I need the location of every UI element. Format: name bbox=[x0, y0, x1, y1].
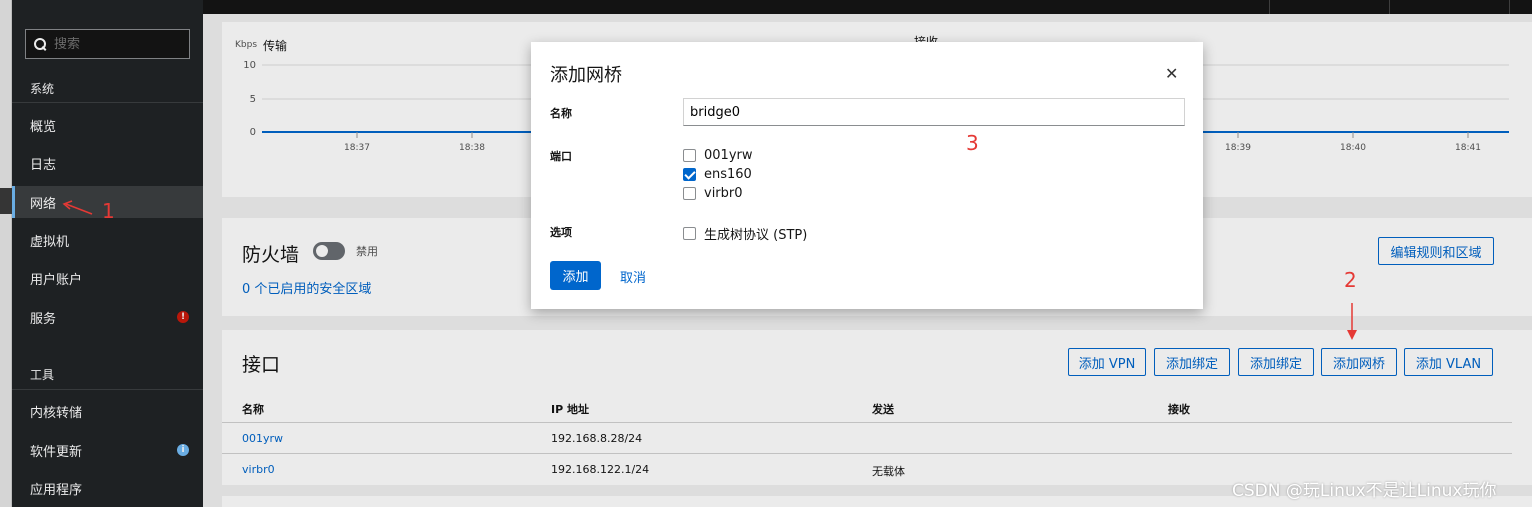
add-button[interactable]: 添加 bbox=[550, 261, 601, 290]
stp-checkbox-row[interactable]: 生成树协议 (STP) bbox=[683, 224, 807, 243]
port-checkbox-row[interactable]: 001yrw bbox=[683, 148, 752, 163]
options-label: 选项 bbox=[550, 226, 572, 239]
stp-checkbox[interactable] bbox=[683, 227, 696, 240]
port-label: virbr0 bbox=[704, 186, 743, 201]
cancel-button[interactable]: 取消 bbox=[620, 267, 646, 286]
add-bridge-dialog: 添加网桥 ✕ 名称 端口 001yrw ens160 virbr0 选项 生成树… bbox=[531, 42, 1203, 309]
port-checkbox-row[interactable]: virbr0 bbox=[683, 186, 743, 201]
port-label: 001yrw bbox=[704, 148, 753, 163]
port-checkbox[interactable] bbox=[683, 168, 696, 181]
bridge-name-input[interactable] bbox=[683, 98, 1185, 126]
dialog-title: 添加网桥 bbox=[550, 65, 622, 86]
annotation-number: 2 bbox=[1344, 268, 1357, 292]
stp-label: 生成树协议 (STP) bbox=[704, 228, 808, 243]
port-checkbox[interactable] bbox=[683, 149, 696, 162]
close-icon[interactable]: ✕ bbox=[1165, 64, 1178, 83]
watermark: CSDN @玩Linux不是让Linux玩你 bbox=[1232, 481, 1497, 501]
ports-label: 端口 bbox=[550, 150, 572, 163]
port-checkbox[interactable] bbox=[683, 187, 696, 200]
port-label: ens160 bbox=[704, 167, 752, 182]
annotation-number: 3 bbox=[966, 131, 979, 155]
name-label: 名称 bbox=[550, 107, 572, 120]
port-checkbox-row[interactable]: ens160 bbox=[683, 167, 752, 182]
annotation-number: 1 bbox=[102, 199, 115, 223]
